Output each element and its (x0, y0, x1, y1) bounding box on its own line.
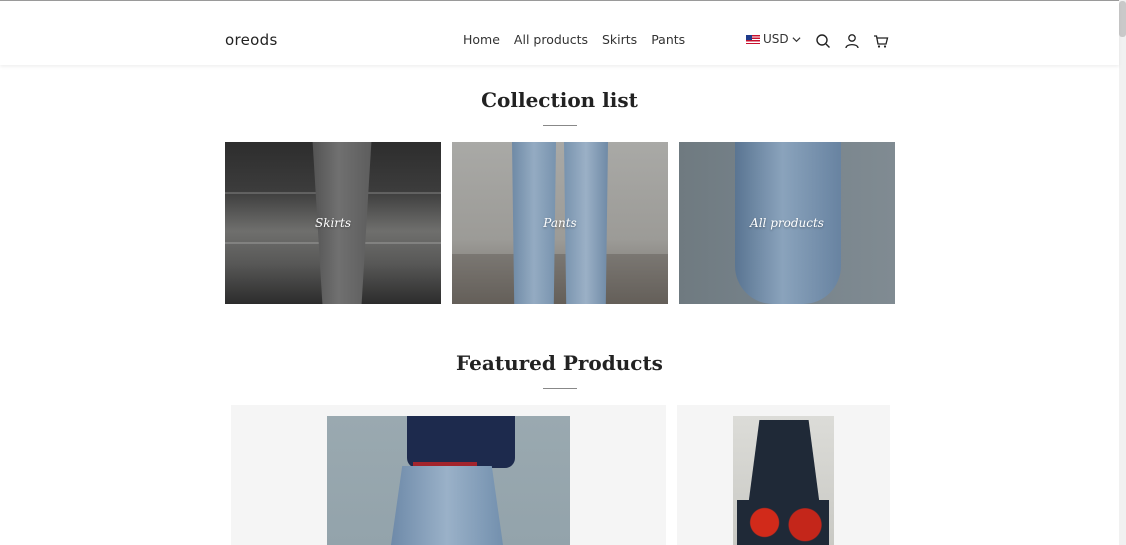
cart-icon[interactable] (873, 33, 889, 49)
collection-list-title: Collection list (481, 88, 638, 112)
currency-label: USD (763, 32, 789, 46)
account-icon[interactable] (844, 33, 860, 49)
site-logo[interactable]: oreods (225, 31, 278, 49)
image-detail (391, 466, 503, 545)
image-detail (452, 254, 668, 304)
nav-all-products[interactable]: All products (514, 32, 588, 47)
scrollbar[interactable] (1119, 0, 1126, 545)
collection-label: Pants (543, 216, 577, 230)
product-image (327, 416, 570, 545)
collection-tile-skirts[interactable]: Skirts (225, 142, 441, 304)
product-card[interactable] (231, 405, 666, 545)
nav-home[interactable]: Home (463, 32, 500, 47)
collection-tile-pants[interactable]: Pants (452, 142, 668, 304)
title-divider (543, 125, 577, 126)
product-image (733, 416, 834, 545)
scrollbar-thumb[interactable] (1119, 1, 1126, 37)
collection-label: All products (750, 216, 824, 230)
site-header: oreods Home All products Skirts Pants US… (0, 1, 1119, 65)
image-detail (413, 462, 477, 466)
image-detail (737, 500, 829, 545)
main-nav: Home All products Skirts Pants (463, 32, 685, 47)
search-icon[interactable] (815, 33, 831, 49)
product-card[interactable] (677, 405, 890, 545)
currency-selector[interactable]: USD (746, 32, 801, 46)
nav-skirts[interactable]: Skirts (602, 32, 637, 47)
featured-products-title: Featured Products (456, 351, 663, 375)
title-divider (543, 388, 577, 389)
chevron-down-icon (792, 36, 801, 42)
us-flag-icon (746, 34, 760, 44)
nav-pants[interactable]: Pants (651, 32, 685, 47)
collection-tile-all-products[interactable]: All products (679, 142, 895, 304)
image-detail (407, 416, 515, 468)
collection-label: Skirts (314, 216, 352, 230)
